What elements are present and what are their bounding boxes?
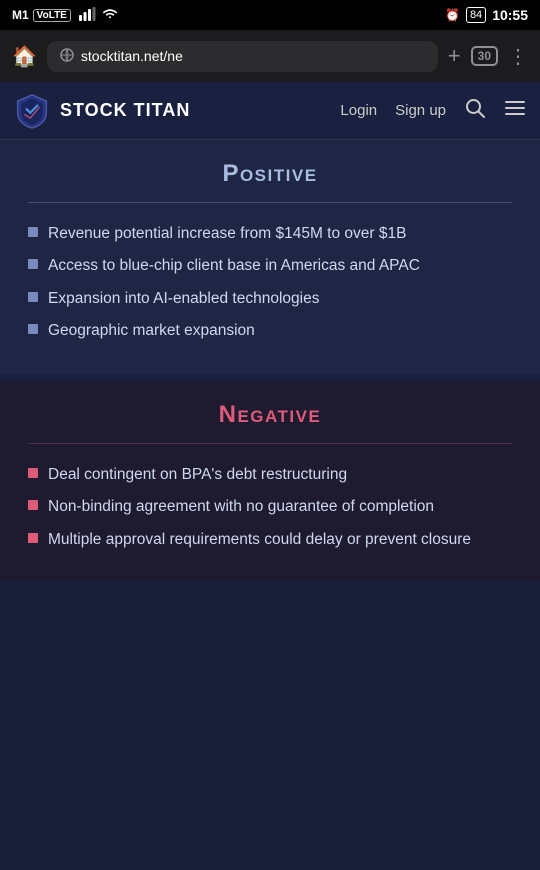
status-bar: M1 VoLTE ⏰ 84 10:55 (0, 0, 540, 30)
negative-title-text: Negative (219, 401, 322, 428)
negative-item-text: Non-binding agreement with no guarantee … (48, 496, 434, 518)
bullet-marker-positive (28, 227, 38, 237)
negative-list-item: Non-binding agreement with no guarantee … (28, 496, 512, 518)
negative-item-text: Deal contingent on BPA's debt restructur… (48, 464, 347, 486)
negative-section: Negative Deal contingent on BPA's debt r… (0, 381, 540, 581)
time-display: 10:55 (492, 7, 528, 23)
positive-bullet-list: Revenue potential increase from $145M to… (28, 223, 512, 343)
positive-divider (28, 202, 512, 203)
url-bar[interactable]: stocktitan.net/ne (47, 41, 438, 72)
bullet-marker-positive (28, 292, 38, 302)
battery-indicator: 84 (466, 7, 486, 23)
positive-list-item: Expansion into AI-enabled technologies (28, 288, 512, 310)
status-left: M1 VoLTE (12, 7, 119, 24)
battery-percent: 84 (466, 7, 486, 23)
logo-shield-icon (14, 93, 50, 129)
positive-item-text: Geographic market expansion (48, 320, 255, 342)
negative-divider (28, 443, 512, 444)
nav-links: Login Sign up (340, 97, 526, 125)
signup-button[interactable]: Sign up (395, 102, 446, 119)
home-icon[interactable]: 🏠 (12, 44, 37, 69)
menu-icon[interactable] (504, 97, 526, 125)
positive-item-text: Expansion into AI-enabled technologies (48, 288, 319, 310)
bullet-marker-negative (28, 468, 38, 478)
wifi-icon (101, 7, 119, 24)
alarm-icon: ⏰ (445, 8, 460, 22)
url-text: stocktitan.net/ne (81, 48, 183, 64)
negative-list-item: Multiple approval requirements could del… (28, 529, 512, 551)
tab-count-badge[interactable]: 30 (471, 46, 498, 66)
signal-icon (79, 7, 97, 24)
login-button[interactable]: Login (340, 102, 377, 119)
logo-text: STOCK TITAN (60, 100, 190, 121)
positive-list-item: Access to blue-chip client base in Ameri… (28, 255, 512, 277)
negative-list-item: Deal contingent on BPA's debt restructur… (28, 464, 512, 486)
search-icon[interactable] (464, 97, 486, 125)
site-icon (59, 47, 75, 66)
negative-item-text: Multiple approval requirements could del… (48, 529, 471, 551)
bullet-marker-positive (28, 259, 38, 269)
main-content: Positive Revenue potential increase from… (0, 140, 540, 581)
positive-item-text: Revenue potential increase from $145M to… (48, 223, 406, 245)
positive-section-title: Positive (28, 160, 512, 188)
add-tab-button[interactable]: + (448, 43, 461, 69)
negative-bullet-list: Deal contingent on BPA's debt restructur… (28, 464, 512, 551)
positive-section: Positive Revenue potential increase from… (0, 140, 540, 373)
more-options-button[interactable]: ⋮ (508, 44, 528, 69)
positive-list-item: Revenue potential increase from $145M to… (28, 223, 512, 245)
positive-title-text: Positive (222, 160, 317, 187)
bullet-marker-positive (28, 324, 38, 334)
navbar: STOCK TITAN Login Sign up (0, 82, 540, 140)
browser-bar: 🏠 stocktitan.net/ne + 30 ⋮ (0, 30, 540, 82)
bullet-marker-negative (28, 500, 38, 510)
status-right: ⏰ 84 10:55 (445, 7, 528, 23)
negative-section-title: Negative (28, 401, 512, 429)
volte-badge: VoLTE (33, 9, 71, 22)
positive-item-text: Access to blue-chip client base in Ameri… (48, 255, 420, 277)
bullet-marker-negative (28, 533, 38, 543)
positive-list-item: Geographic market expansion (28, 320, 512, 342)
logo-area: STOCK TITAN (14, 93, 340, 129)
carrier-label: M1 (12, 8, 29, 22)
